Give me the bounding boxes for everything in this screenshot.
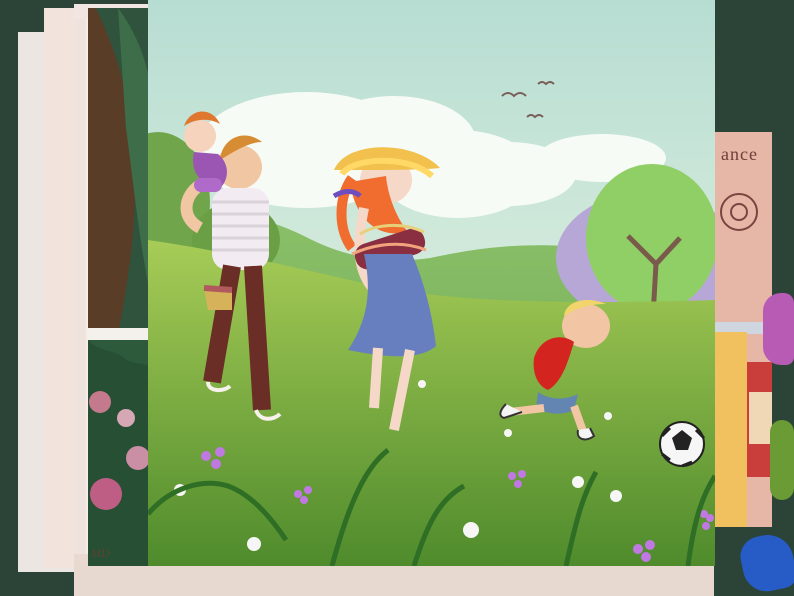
artist-signature: MD: [91, 546, 110, 560]
blue-handprint-icon: [736, 530, 794, 596]
family-illustration: [148, 0, 715, 566]
slide-stage: ance MD: [0, 0, 794, 596]
family-scene: [148, 0, 715, 566]
right-card-text: ance: [721, 144, 758, 164]
bottom-card-edge: [74, 566, 714, 596]
soccer-ball: [659, 421, 706, 468]
green-handprint-icon: [770, 420, 794, 500]
purple-handprint-icon: [763, 293, 794, 365]
